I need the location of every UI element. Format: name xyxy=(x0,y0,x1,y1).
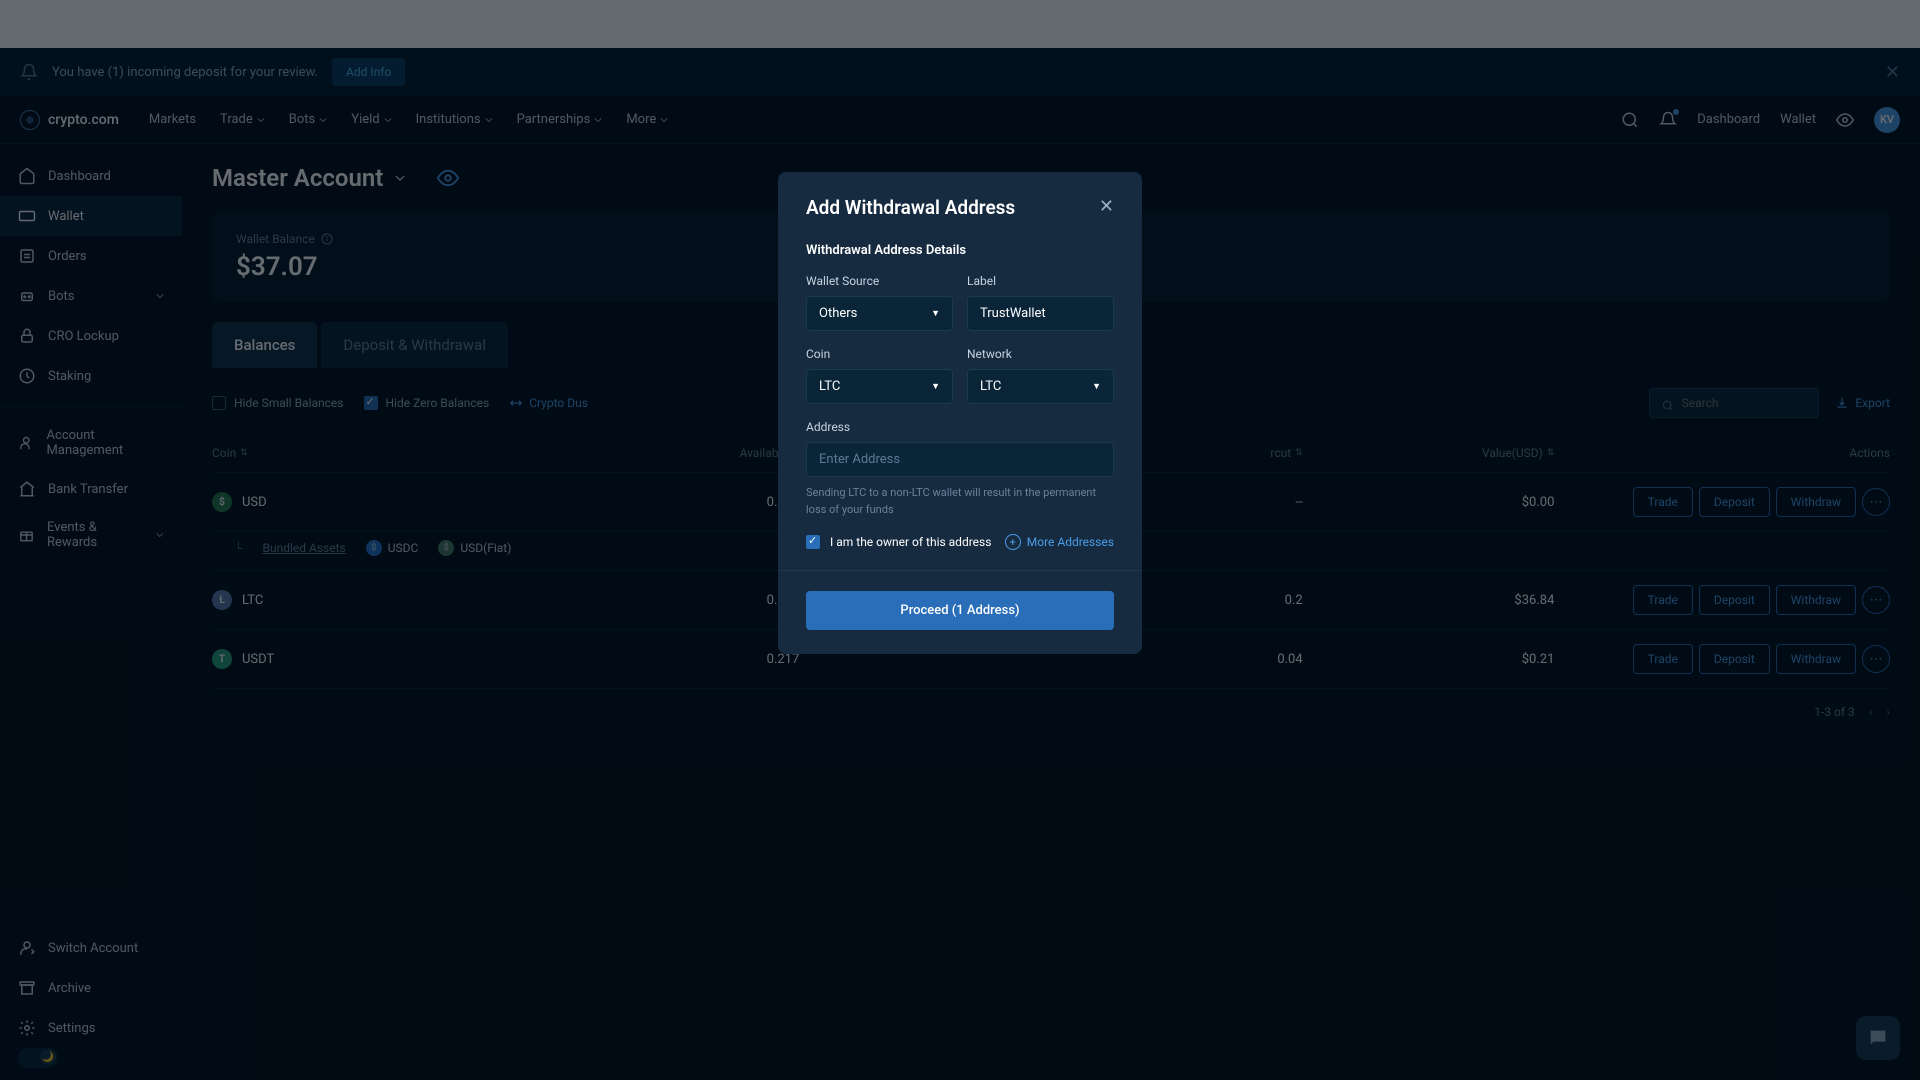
proceed-button[interactable]: Proceed (1 Address) xyxy=(806,591,1114,630)
wallet-source-label: Wallet Source xyxy=(806,274,953,288)
modal-title: Add Withdrawal Address xyxy=(806,196,1015,219)
add-withdrawal-address-modal: Add Withdrawal Address ✕ Withdrawal Addr… xyxy=(778,172,1142,654)
network-select[interactable]: LTC▼ xyxy=(967,369,1114,404)
coin-label: Coin xyxy=(806,347,953,361)
modal-close-icon[interactable]: ✕ xyxy=(1099,196,1114,217)
modal-section-label: Withdrawal Address Details xyxy=(806,243,1114,258)
network-label: Network xyxy=(967,347,1114,361)
plus-circle-icon: + xyxy=(1005,534,1021,550)
more-addresses-link[interactable]: +More Addresses xyxy=(1005,534,1114,550)
label-input[interactable] xyxy=(967,296,1114,331)
address-label: Address xyxy=(806,420,1114,434)
owner-checkbox[interactable]: I am the owner of this address xyxy=(806,535,991,549)
address-input[interactable] xyxy=(806,442,1114,477)
modal-overlay[interactable]: Add Withdrawal Address ✕ Withdrawal Addr… xyxy=(0,0,1920,1080)
coin-select[interactable]: LTC▼ xyxy=(806,369,953,404)
wallet-source-select[interactable]: Others▼ xyxy=(806,296,953,331)
address-helper-text: Sending LTC to a non-LTC wallet will res… xyxy=(806,485,1114,518)
label-label: Label xyxy=(967,274,1114,288)
